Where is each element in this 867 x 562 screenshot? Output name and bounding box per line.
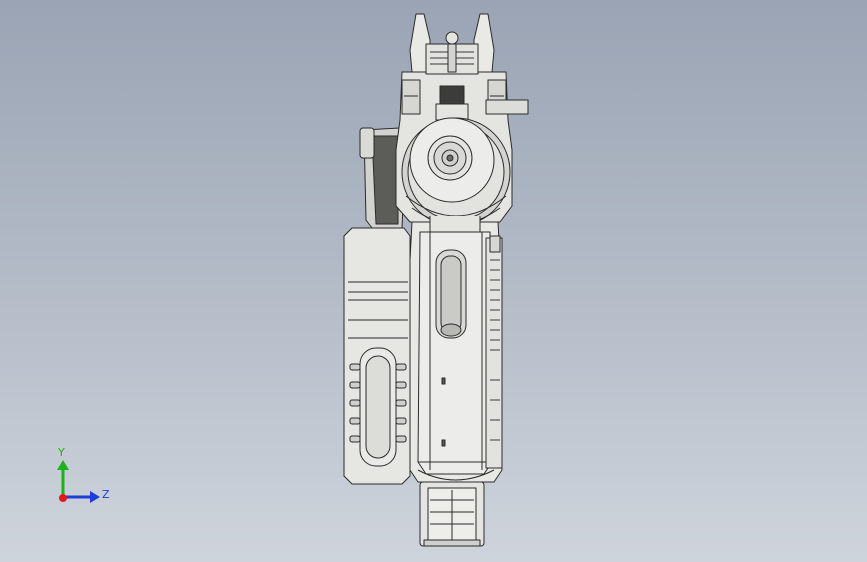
cad-graphics-viewport[interactable]: Y Z [0,0,867,562]
triad-z-label: Z [102,488,110,501]
cad-model-rifle-rear-view[interactable] [343,13,529,547]
magazine-panel[interactable] [343,227,411,485]
receiver-slot[interactable] [435,249,467,339]
triad-y-arrowhead [57,460,69,470]
stock-rear-block[interactable] [419,481,485,547]
side-rail-ribbed[interactable] [485,235,503,469]
triad-x-origin [59,494,67,502]
triad-y-label: Y [57,446,65,459]
triad-z-arrowhead [90,491,100,503]
orientation-triad: Y Z [57,446,110,503]
